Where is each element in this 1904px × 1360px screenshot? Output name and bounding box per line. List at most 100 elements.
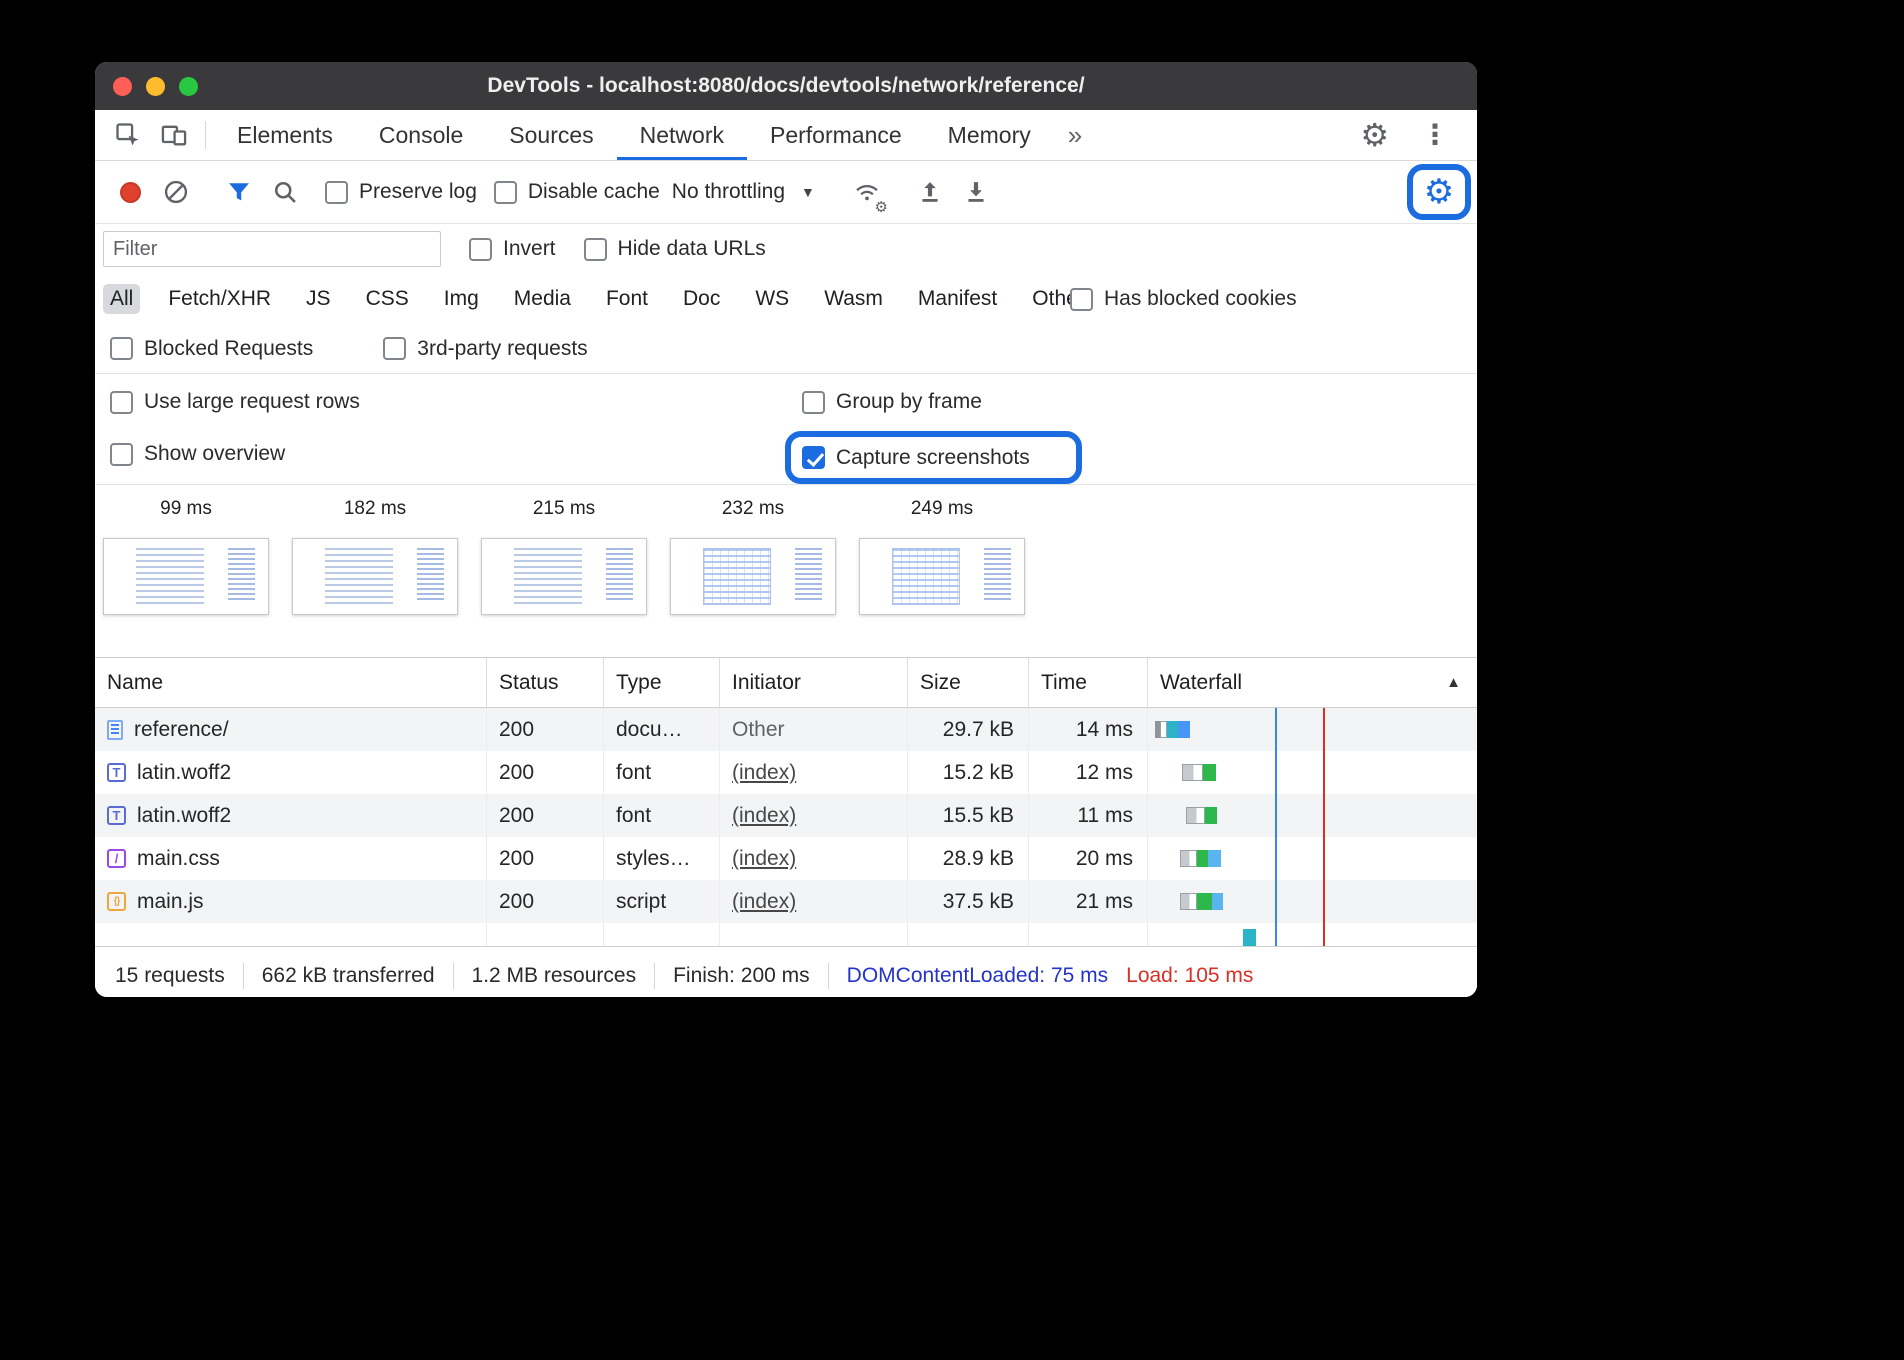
initiator-link[interactable]: (index): [732, 847, 796, 871]
group-by-frame-checkbox[interactable]: Group by frame: [802, 390, 982, 414]
checkbox-box: [383, 337, 406, 360]
close-window-button[interactable]: [113, 77, 132, 96]
screenshot-thumbnail[interactable]: [103, 538, 269, 615]
dom-content-loaded-time: DOMContentLoaded: 75 ms: [847, 964, 1108, 988]
more-tabs-button[interactable]: »: [1054, 110, 1096, 160]
inspect-element-button[interactable]: [105, 110, 151, 160]
font-icon: [107, 763, 126, 782]
checkbox-box: [110, 443, 133, 466]
tab-network[interactable]: Network: [617, 110, 747, 160]
initiator-link[interactable]: (index): [732, 804, 796, 828]
request-initiator: Other: [732, 718, 785, 742]
window-title: DevTools - localhost:8080/docs/devtools/…: [95, 74, 1477, 98]
table-row-latin-woff2[interactable]: latin.woff2 200 font (index) 15.5 kB 11 …: [95, 794, 1477, 837]
filter-type-doc[interactable]: Doc: [676, 284, 727, 314]
column-header-waterfall[interactable]: Waterfall ▲: [1148, 658, 1477, 707]
initiator-link[interactable]: (index): [732, 761, 796, 785]
checkbox-box-checked: [802, 446, 825, 469]
tab-console[interactable]: Console: [356, 110, 486, 160]
screenshot-thumbnail[interactable]: [859, 538, 1025, 615]
capture-screenshots-area: Capture screenshots: [785, 431, 1082, 484]
column-header-size[interactable]: Size: [908, 658, 1029, 707]
table-row-main-js[interactable]: main.js 200 script (index) 37.5 kB 21 ms: [95, 880, 1477, 923]
request-type: font: [604, 751, 720, 794]
request-time: 12 ms: [1029, 751, 1148, 794]
thumbnail-sidebar: [417, 548, 444, 602]
screenshot-thumbnail[interactable]: [481, 538, 647, 615]
filmstrip-frame: 182 ms: [293, 498, 457, 657]
request-name: latin.woff2: [137, 761, 231, 785]
throttling-select[interactable]: No throttling ▼: [660, 180, 827, 204]
minimize-window-button[interactable]: [146, 77, 165, 96]
table-row-latin-woff2[interactable]: latin.woff2 200 font (index) 15.2 kB 12 …: [95, 751, 1477, 794]
network-conditions-button[interactable]: ⚙: [844, 169, 890, 215]
use-large-request-rows-checkbox[interactable]: Use large request rows: [110, 390, 360, 414]
divider: [243, 963, 244, 989]
column-header-name[interactable]: Name: [95, 658, 487, 707]
clear-network-log-button[interactable]: [153, 169, 199, 215]
blocked-requests-checkbox[interactable]: Blocked Requests: [110, 337, 313, 361]
hide-data-urls-checkbox[interactable]: Hide data URLs: [584, 237, 766, 261]
request-status: 200: [487, 794, 604, 837]
column-header-time[interactable]: Time: [1029, 658, 1148, 707]
table-row-reference[interactable]: reference/ 200 docu… Other 29.7 kB 14 ms: [95, 708, 1477, 751]
disable-cache-checkbox[interactable]: Disable cache: [494, 180, 660, 204]
requests-count: 15 requests: [115, 964, 225, 988]
preserve-log-checkbox[interactable]: Preserve log: [325, 180, 477, 204]
device-toolbar-button[interactable]: [151, 110, 197, 160]
filter-type-css[interactable]: CSS: [359, 284, 416, 314]
column-header-type[interactable]: Type: [604, 658, 720, 707]
column-header-initiator[interactable]: Initiator: [720, 658, 908, 707]
filter-toggle-button[interactable]: [216, 169, 262, 215]
table-row-partial[interactable]: [95, 923, 1477, 946]
show-overview-checkbox[interactable]: Show overview: [110, 442, 285, 466]
checkbox-box: [802, 391, 825, 414]
screenshot-thumbnail[interactable]: [670, 538, 836, 615]
filter-type-ws[interactable]: WS: [748, 284, 796, 314]
thumbnail-sidebar: [606, 548, 633, 602]
third-party-requests-checkbox[interactable]: 3rd-party requests: [383, 337, 587, 361]
search-button[interactable]: [262, 169, 308, 215]
filter-type-img[interactable]: Img: [437, 284, 486, 314]
record-network-log-button[interactable]: [107, 169, 153, 215]
invert-checkbox[interactable]: Invert: [469, 237, 556, 261]
waterfall-bar: [1148, 708, 1477, 751]
filter-type-wasm[interactable]: Wasm: [817, 284, 890, 314]
screenshot-thumbnail[interactable]: [292, 538, 458, 615]
devtools-settings-icon[interactable]: ⚙: [1360, 119, 1389, 151]
filter-type-font[interactable]: Font: [599, 284, 655, 314]
filter-type-media[interactable]: Media: [507, 284, 578, 314]
network-settings-icon[interactable]: ⚙: [1424, 175, 1454, 209]
tab-memory[interactable]: Memory: [925, 110, 1054, 160]
capture-screenshots-checkbox[interactable]: Capture screenshots: [802, 446, 1030, 470]
divider: [453, 963, 454, 989]
has-blocked-cookies-checkbox[interactable]: Has blocked cookies: [1070, 274, 1297, 324]
table-row-main-css[interactable]: main.css 200 styles… (index) 28.9 kB 20 …: [95, 837, 1477, 880]
tab-elements[interactable]: Elements: [214, 110, 356, 160]
filter-input[interactable]: [103, 231, 441, 267]
import-har-button[interactable]: [907, 169, 953, 215]
invert-label: Invert: [503, 237, 556, 261]
initiator-link[interactable]: (index): [732, 890, 796, 914]
column-header-status[interactable]: Status: [487, 658, 604, 707]
export-har-button[interactable]: [953, 169, 999, 215]
waterfall-bar: [1148, 794, 1477, 837]
waterfall-bar: [1148, 751, 1477, 794]
filter-type-all[interactable]: All: [103, 284, 140, 314]
filter-type-fetch-xhr[interactable]: Fetch/XHR: [161, 284, 278, 314]
tab-performance[interactable]: Performance: [747, 110, 925, 160]
request-status: 200: [487, 837, 604, 880]
more-options-icon[interactable]: ⋮: [1421, 121, 1449, 149]
request-status: 200: [487, 880, 604, 923]
has-blocked-cookies-label: Has blocked cookies: [1104, 287, 1297, 311]
filter-type-manifest[interactable]: Manifest: [911, 284, 1004, 314]
zoom-window-button[interactable]: [179, 77, 198, 96]
waterfall-bar: [1148, 837, 1477, 880]
filter-type-js[interactable]: JS: [299, 284, 338, 314]
window-titlebar[interactable]: DevTools - localhost:8080/docs/devtools/…: [95, 62, 1477, 110]
divider: [654, 963, 655, 989]
load-event-line: [1323, 708, 1325, 946]
checkbox-box: [494, 181, 517, 204]
tab-sources[interactable]: Sources: [486, 110, 616, 160]
throttling-value: No throttling: [672, 180, 785, 204]
